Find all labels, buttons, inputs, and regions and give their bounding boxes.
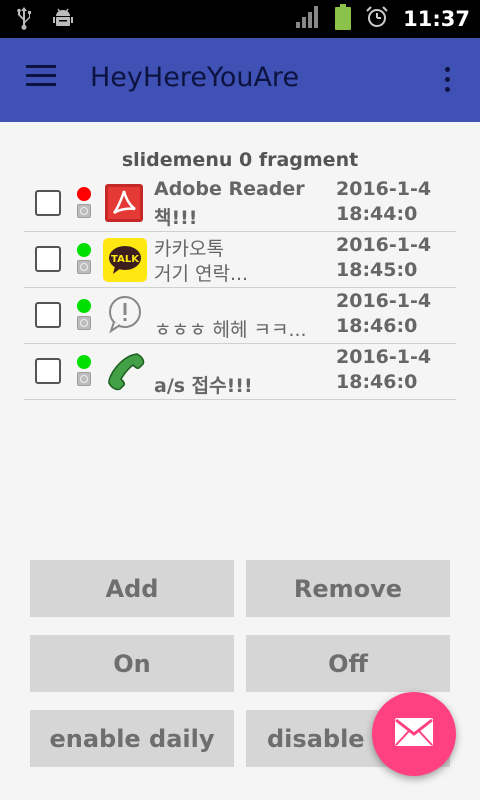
select-checkbox[interactable] xyxy=(35,190,61,216)
compose-mail-fab[interactable] xyxy=(372,692,456,776)
mail-icon xyxy=(394,717,434,751)
time-text: 18:46:0 xyxy=(336,371,418,393)
notification-list: Adobe Reader 책!!! 2016-1-4 18:44:0 TALK … xyxy=(24,176,456,400)
kakaotalk-icon: TALK xyxy=(103,238,147,282)
status-dot xyxy=(77,355,91,369)
date-text: 2016-1-4 xyxy=(336,178,432,200)
usb-icon xyxy=(14,6,34,34)
status-bar: 11:37 xyxy=(0,0,480,38)
repeat-icon xyxy=(77,204,91,218)
status-dot xyxy=(77,187,91,201)
list-item[interactable]: TALK 카카오톡 거기 연락... 2016-1-4 18:45:0 xyxy=(24,232,456,288)
date-text: 2016-1-4 xyxy=(336,346,432,368)
clock-time: 11:37 xyxy=(403,7,470,31)
select-checkbox[interactable] xyxy=(35,246,61,272)
time-text: 18:46:0 xyxy=(336,315,418,337)
select-checkbox[interactable] xyxy=(35,302,61,328)
remove-button[interactable]: Remove xyxy=(246,560,450,617)
message-text: 거기 연락... xyxy=(154,263,249,285)
add-button[interactable]: Add xyxy=(30,560,234,617)
app-name: 카카오톡 xyxy=(154,238,224,260)
status-dot xyxy=(77,299,91,313)
more-vert-icon[interactable] xyxy=(442,67,452,97)
alarm-icon xyxy=(365,5,389,33)
list-item[interactable]: ㅎㅎㅎ 헤헤 ㅋㅋ... 2016-1-4 18:46:0 xyxy=(24,288,456,344)
date-text: 2016-1-4 xyxy=(336,290,432,312)
app-bar: HeyHereYouAre xyxy=(0,38,480,122)
enable-daily-button[interactable]: enable daily xyxy=(30,710,234,767)
android-debug-icon xyxy=(52,7,74,33)
phone-icon xyxy=(103,350,145,392)
repeat-icon xyxy=(77,260,91,274)
time-text: 18:45:0 xyxy=(336,259,418,281)
repeat-icon xyxy=(77,316,91,330)
on-button[interactable]: On xyxy=(30,635,234,692)
repeat-icon xyxy=(77,372,91,386)
time-text: 18:44:0 xyxy=(336,203,418,225)
message-text: 책!!! xyxy=(154,207,198,229)
off-button[interactable]: Off xyxy=(246,635,450,692)
select-checkbox[interactable] xyxy=(35,358,61,384)
signal-icon xyxy=(295,5,321,33)
battery-icon xyxy=(335,4,352,34)
adobe-reader-icon xyxy=(103,182,145,224)
message-text: a/s 접수!!! xyxy=(154,375,253,397)
list-item[interactable]: a/s 접수!!! 2016-1-4 18:46:0 xyxy=(24,344,456,400)
list-item[interactable]: Adobe Reader 책!!! 2016-1-4 18:44:0 xyxy=(24,176,456,232)
date-text: 2016-1-4 xyxy=(336,234,432,256)
sms-bubble-icon xyxy=(103,294,145,336)
status-dot xyxy=(77,243,91,257)
message-text: ㅎㅎㅎ 헤헤 ㅋㅋ... xyxy=(154,319,307,341)
app-title: HeyHereYouAre xyxy=(90,62,300,93)
hamburger-menu-icon[interactable] xyxy=(26,65,58,95)
app-name: Adobe Reader xyxy=(154,178,305,200)
svg-text:TALK: TALK xyxy=(111,254,140,265)
fragment-title: slidemenu 0 fragment xyxy=(121,149,359,171)
